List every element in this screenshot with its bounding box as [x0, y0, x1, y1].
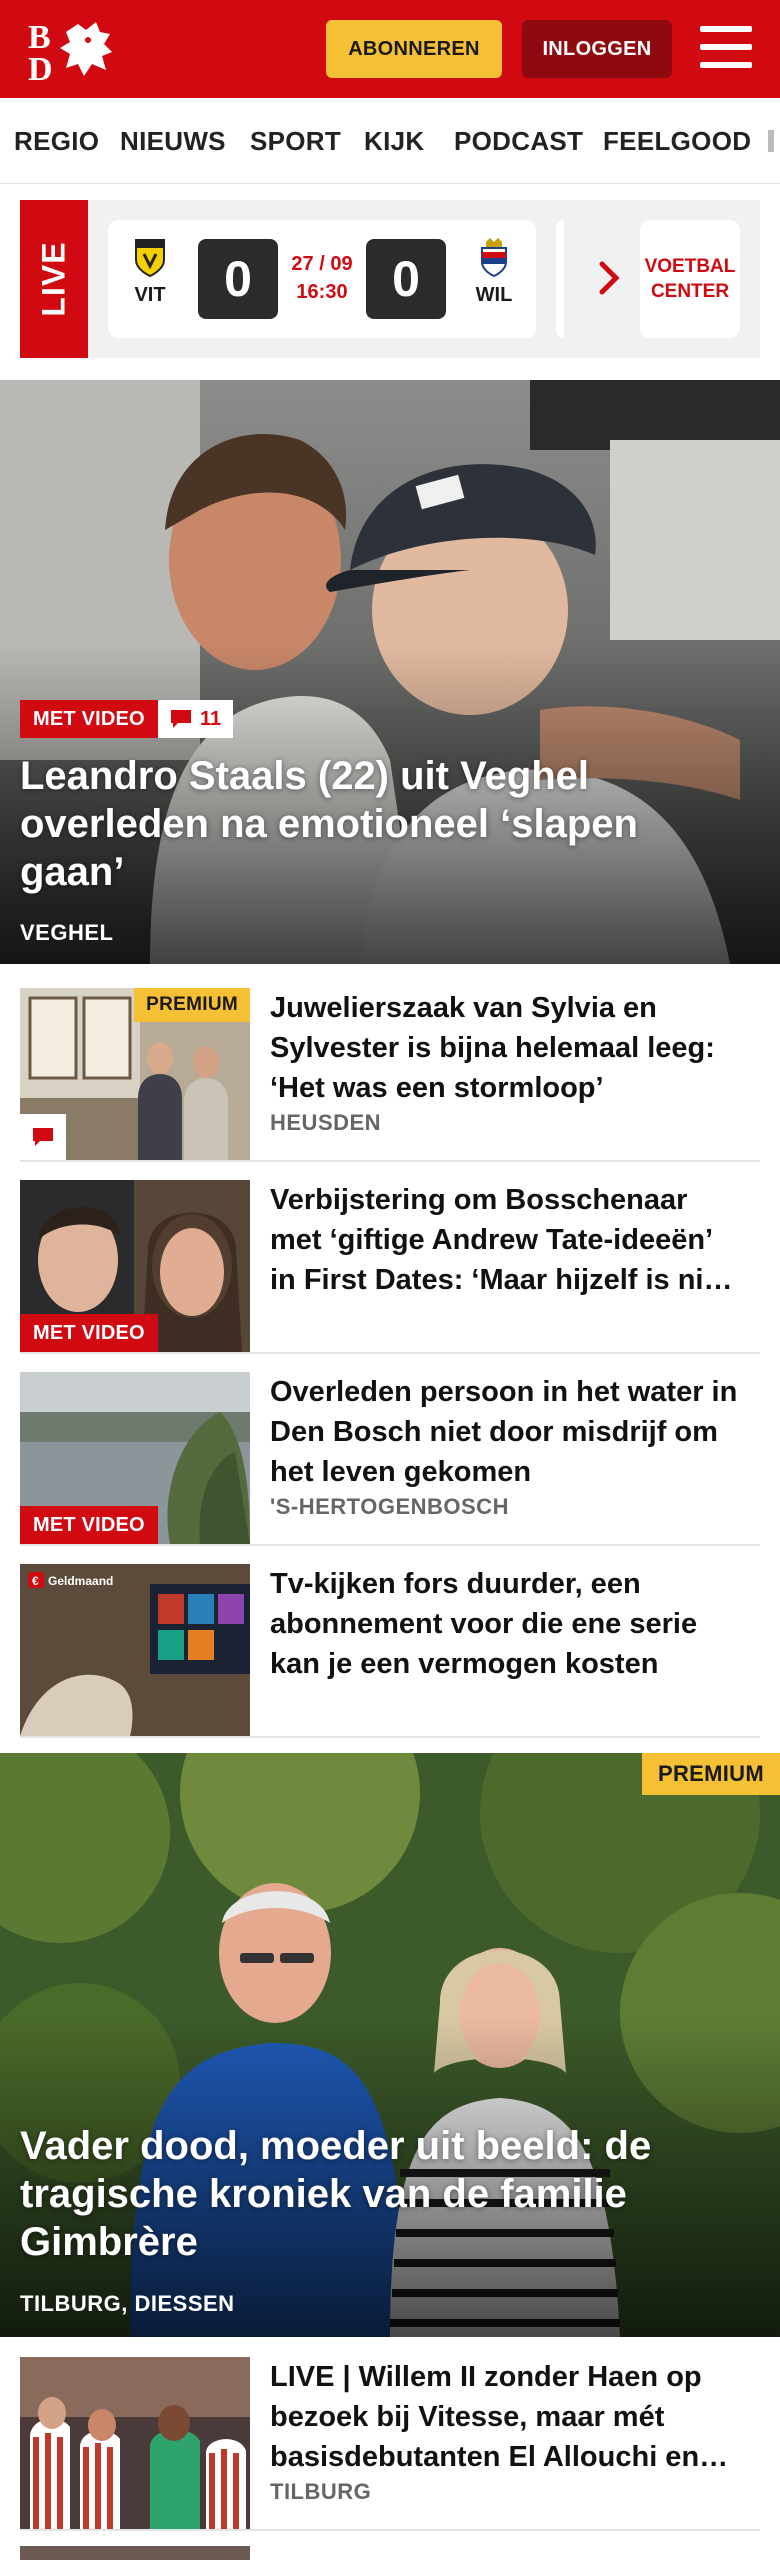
- article-title[interactable]: LIVE | Willem II zonder Haen op bezoek b…: [270, 2357, 745, 2477]
- away-team-abbr: WIL: [475, 284, 513, 306]
- nav-item-kijk[interactable]: KIJK: [364, 126, 424, 157]
- article-item[interactable]: MET VIDEO Verbijstering om Bosschenaar m…: [20, 1162, 760, 1354]
- away-score: 0: [366, 239, 446, 319]
- section-nav: REGIO NIEUWS SPORT KIJK PODCAST FEELGOOD: [0, 98, 780, 184]
- article-location: HEUSDEN: [270, 1110, 382, 1135]
- comment-count-badge[interactable]: 11: [158, 700, 234, 738]
- home-score: 0: [198, 239, 278, 319]
- hero-title[interactable]: Leandro Staals (22) uit Veghel overleden…: [20, 752, 720, 896]
- article-title[interactable]: Tv-kijken fors duurder, een abonnement v…: [270, 1564, 745, 1684]
- nav-item-feelgood[interactable]: FEELGOOD: [603, 126, 751, 157]
- feature-location: TILBURG, DIESSEN: [20, 2291, 235, 2316]
- home-team-abbr: VIT: [134, 284, 166, 306]
- live-scores-strip: LIVE VIT 0 27 / 09 16:30 0 WIL VOETBAL C…: [20, 200, 760, 358]
- article-title[interactable]: Juwelierszaak van Sylvia en Sylvester is…: [270, 988, 745, 1108]
- willem-ii-crest-icon: [478, 238, 510, 278]
- kickoff-time: 27 / 09 16:30: [278, 250, 366, 306]
- voetbal-center-link[interactable]: VOETBAL CENTER: [640, 220, 740, 338]
- nav-item-podcast[interactable]: PODCAST: [454, 126, 583, 157]
- svg-text:€: €: [32, 1574, 39, 1588]
- article-item[interactable]: LIVE | Willem II zonder Haen op bezoek b…: [20, 2339, 760, 2531]
- nav-overflow-indicator: [768, 130, 774, 152]
- home-team: VIT: [120, 238, 180, 307]
- article-thumbnail: MET VIDEO: [20, 1180, 250, 1352]
- article-item[interactable]: PREMIUM Juwelierszaak van Sylvia en Sylv…: [20, 970, 760, 1162]
- kickoff-date: 27 / 09: [291, 253, 353, 275]
- comment-icon: [171, 710, 191, 728]
- video-badge: MET VIDEO: [20, 700, 158, 738]
- article-location: TILBURG: [270, 2479, 372, 2504]
- hamburger-icon[interactable]: [700, 26, 752, 70]
- article-location: 'S-HERTOGENBOSCH: [270, 1494, 509, 1519]
- video-badge: MET VIDEO: [20, 1506, 158, 1544]
- login-button[interactable]: INLOGGEN: [522, 20, 672, 78]
- subscribe-button[interactable]: ABONNEREN: [326, 20, 502, 78]
- feature-title[interactable]: Vader dood, moeder uit beeld: de tragisc…: [20, 2122, 760, 2266]
- kickoff-hour: 16:30: [296, 281, 348, 303]
- comment-count: 11: [200, 707, 222, 730]
- premium-badge: PREMIUM: [642, 1753, 780, 1795]
- chevron-right-icon[interactable]: [590, 258, 630, 298]
- away-team: WIL: [464, 238, 524, 307]
- article-thumbnail: [20, 2357, 250, 2529]
- comment-icon: [33, 1128, 53, 1146]
- vitesse-crest-icon: [134, 238, 166, 278]
- premium-badge: PREMIUM: [134, 988, 250, 1022]
- comment-chip: [20, 1114, 66, 1160]
- article-thumbnail-partial: [20, 2546, 250, 2560]
- article-thumbnail: PREMIUM: [20, 988, 250, 1160]
- live-tag: LIVE: [20, 200, 88, 358]
- video-badge: MET VIDEO: [20, 1314, 158, 1352]
- nav-item-sport[interactable]: SPORT: [250, 126, 341, 157]
- article-thumbnail: € Geldmaand: [20, 1564, 250, 1736]
- match-card[interactable]: VIT 0 27 / 09 16:30 0 WIL: [108, 220, 536, 338]
- nav-item-nieuws[interactable]: NIEUWS: [120, 126, 226, 157]
- hero-location: VEGHEL: [20, 920, 114, 945]
- bd-logo[interactable]: B D: [26, 18, 118, 88]
- svg-text:D: D: [28, 51, 53, 84]
- article-item[interactable]: MET VIDEO Overleden persoon in het water…: [20, 1354, 760, 1546]
- article-thumbnail: MET VIDEO: [20, 1372, 250, 1544]
- thumb-label: Geldmaand: [48, 1574, 113, 1588]
- site-header: B D ABONNEREN INLOGGEN: [0, 0, 780, 98]
- next-match-card[interactable]: [556, 220, 564, 338]
- nav-item-regio[interactable]: REGIO: [14, 126, 99, 157]
- article-title[interactable]: Verbijstering om Bosschenaar met ‘giftig…: [270, 1180, 745, 1300]
- article-title[interactable]: Overleden persoon in het water in Den Bo…: [270, 1372, 745, 1492]
- article-item[interactable]: € Geldmaand Tv-kijken fors duurder, een …: [20, 1546, 760, 1738]
